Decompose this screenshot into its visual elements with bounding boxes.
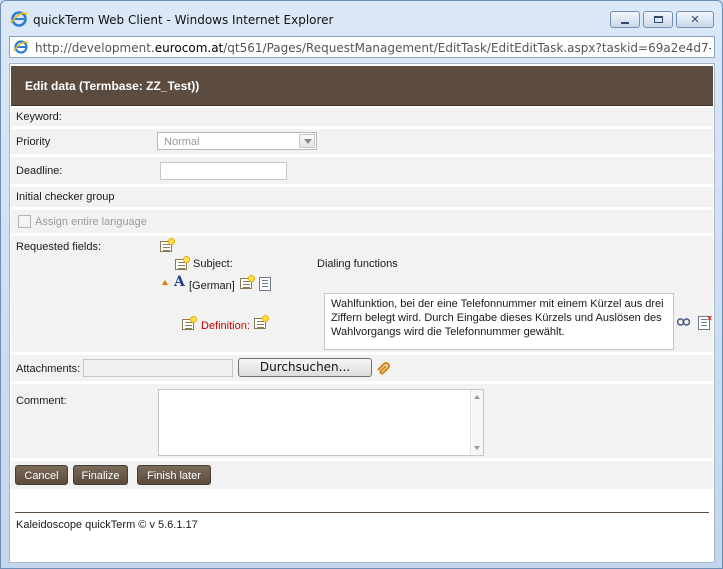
add-note-icon[interactable] <box>253 315 269 330</box>
add-note-icon[interactable] <box>159 238 175 253</box>
attachment-icon[interactable] <box>376 361 392 375</box>
url-prefix: http://development. <box>35 41 155 55</box>
comment-textarea[interactable] <box>158 389 484 456</box>
requested-fields-label: Requested fields: <box>16 241 101 253</box>
browse-button[interactable]: Durchsuchen... <box>238 358 372 377</box>
subject-value: Dialing functions <box>317 258 398 270</box>
comment-label: Comment: <box>16 395 67 407</box>
address-bar[interactable]: http://development.eurocom.at/qt561/Page… <box>9 36 715 58</box>
add-note-icon[interactable] <box>239 275 255 290</box>
priority-value: Normal <box>164 136 200 148</box>
document-icon[interactable] <box>259 277 271 291</box>
cancel-button[interactable]: Cancel <box>15 465 68 485</box>
language-icon: A <box>174 274 185 290</box>
footer-divider <box>15 512 709 513</box>
attachments-label: Attachments: <box>16 363 81 375</box>
priority-row: Priority Normal <box>11 129 713 154</box>
close-button[interactable]: ✕ <box>676 11 714 28</box>
definition-textarea[interactable]: Wahlfunktion, bei der eine Telefonnummer… <box>324 293 674 350</box>
deadline-row: Deadline: <box>11 157 713 184</box>
url-suffix: /qt561/Pages/RequestManagement/EditTask/… <box>223 41 711 55</box>
browser-window: quickTerm Web Client - Windows Internet … <box>0 0 723 569</box>
maximize-icon <box>653 16 663 23</box>
minimize-button[interactable] <box>610 11 640 28</box>
assign-language-row: Assign entire language <box>11 210 713 233</box>
priority-select[interactable]: Normal <box>157 132 317 150</box>
window-title: quickTerm Web Client - Windows Internet … <box>33 13 334 27</box>
finish-later-button[interactable]: Finish later <box>137 465 211 485</box>
close-icon: ✕ <box>690 13 700 26</box>
attachments-row: Attachments: Durchsuchen... <box>11 355 713 381</box>
definition-label: Definition: <box>201 320 250 332</box>
actions-row: Cancel Finalize Finish later <box>11 461 713 489</box>
page-content: Edit data (Termbase: ZZ_Test)) Keyword: … <box>9 63 715 563</box>
maximize-button[interactable] <box>643 11 673 28</box>
deadline-input[interactable] <box>160 162 287 180</box>
link-icon[interactable] <box>677 318 690 326</box>
subject-label: Subject: <box>193 258 233 270</box>
footer-text: Kaleidoscope quickTerm © v 5.6.1.17 <box>16 519 198 531</box>
page-ie-icon <box>13 40 29 54</box>
chevron-down-icon[interactable] <box>299 134 315 148</box>
keyword-label: Keyword: <box>16 111 62 123</box>
deadline-label: Deadline: <box>16 165 63 177</box>
window-controls: ✕ <box>610 11 714 28</box>
title-bar: quickTerm Web Client - Windows Internet … <box>1 1 722 35</box>
priority-label: Priority <box>16 136 51 148</box>
checker-group-label: Initial checker group <box>16 191 115 203</box>
assign-language-label: Assign entire language <box>35 216 147 228</box>
delete-document-icon[interactable]: ✕ <box>698 314 713 330</box>
language-label: [German] <box>189 280 235 292</box>
expand-arrow-icon[interactable] <box>162 280 168 285</box>
note-icon <box>174 256 190 271</box>
keyword-row: Keyword: <box>11 108 713 126</box>
finalize-button[interactable]: Finalize <box>73 465 128 485</box>
minimize-icon <box>621 21 629 24</box>
assign-language-checkbox[interactable] <box>18 215 31 228</box>
scroll-up-icon[interactable] <box>474 395 480 399</box>
url-host: eurocom.at <box>154 41 224 55</box>
checker-group-row: Initial checker group <box>11 187 713 207</box>
attachment-file-input[interactable] <box>83 359 233 377</box>
comment-row: Comment: <box>11 384 713 458</box>
scroll-down-icon[interactable] <box>474 446 480 450</box>
requested-fields-row: Requested fields: Subject: Dialing funct… <box>11 236 713 352</box>
note-icon <box>181 316 197 331</box>
page-header: Edit data (Termbase: ZZ_Test)) <box>11 66 713 106</box>
url-text[interactable]: http://development.eurocom.at/qt561/Page… <box>35 41 711 55</box>
page-title: Edit data (Termbase: ZZ_Test)) <box>25 79 200 93</box>
comment-scrollbar[interactable] <box>470 390 483 455</box>
ie-logo-icon <box>10 11 28 27</box>
